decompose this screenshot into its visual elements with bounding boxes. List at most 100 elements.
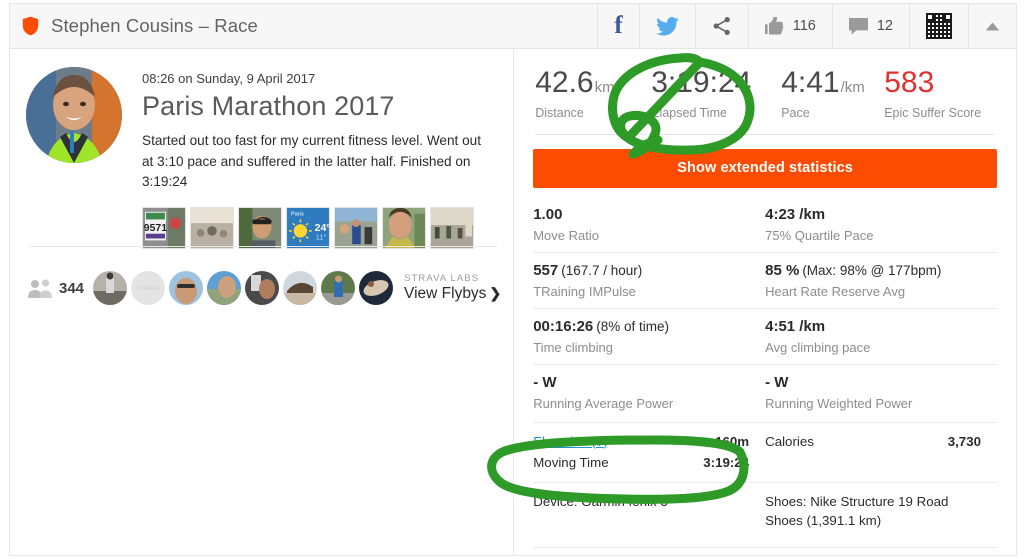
comment-count: 12 [876, 18, 893, 34]
stat-heart-rate-reserve: 85 % (Max: 98% @ 177bpm) Heart Rate Reser… [765, 262, 997, 299]
stat-number-running-average-power: - W [533, 373, 557, 391]
flyby-avatar-1-image [93, 271, 128, 305]
athlete-avatar[interactable] [26, 67, 122, 163]
moving-time-value: 3:19:24 [703, 454, 750, 470]
photo-weather-widget[interactable]: Paris 24° 11° [286, 207, 330, 250]
stat-sub-heart-rate-reserve: (Max: 98% @ 177bpm) [802, 262, 942, 278]
flyby-avatar-5[interactable] [245, 271, 280, 305]
qr-code-button[interactable] [909, 4, 968, 48]
svg-text:9571: 9571 [144, 223, 167, 234]
summary-value-distance: 42.6km [535, 67, 651, 99]
gear-device: Device: Garmin fēnix 3 [533, 492, 765, 532]
stat-row: - W Running Average Power - W Running We… [533, 363, 997, 420]
flyby-avatar-8[interactable] [359, 271, 394, 305]
activity-meta: 08:26 on Sunday, 9 April 2017 Paris Mara… [142, 67, 497, 193]
stat-row: 00:16:26 (8% of time) Time climbing 4:51 … [533, 307, 997, 364]
photo-medal-selfie[interactable] [382, 207, 426, 250]
summary-stat-pace: 4:41/km Pace [781, 67, 884, 120]
flyby-avatar-6[interactable] [283, 271, 318, 305]
detail-row-elevation: Elevation (?) 160m [533, 431, 749, 452]
summary-label-suffer-score: Epic Suffer Score [884, 105, 982, 120]
activity-details-left: Elevation (?) 160m Moving Time 3:19:24 [533, 431, 765, 473]
activity-summary-stats: 42.6km Distance 3:19:24 Elapsed Time 4:4… [533, 65, 997, 120]
activity-details-right: Calories 3,730 [765, 431, 997, 473]
people-icon [28, 279, 52, 298]
share-button[interactable] [694, 4, 748, 48]
flyby-avatar-1[interactable] [93, 271, 128, 305]
shield-icon [22, 16, 39, 36]
summary-stat-distance: 42.6km Distance [535, 67, 651, 120]
flybys-kicker: STRAVA LABS [404, 272, 480, 284]
stat-value-avg-climbing-pace: 4:51 /km [765, 318, 989, 335]
summary-label-pace: Pace [781, 105, 810, 120]
elevation-link[interactable]: Elevation (?) [533, 434, 608, 449]
stat-number-training-impulse: 557 [533, 261, 559, 279]
stat-row: 1.00 Move Ratio 4:23 /km 75% Quartile Pa… [533, 202, 997, 252]
activity-details-block: Elevation (?) 160m Moving Time 3:19:24 C… [533, 421, 997, 532]
photo-selfie-cap[interactable] [238, 207, 282, 250]
summary-divider [535, 133, 995, 135]
twitter-share-button[interactable] [638, 4, 695, 48]
flyby-avatar-2[interactable]: STRAVA [131, 271, 166, 305]
flyby-avatar-7-image [321, 271, 356, 305]
calories-label: Calories [765, 433, 814, 449]
comments-button[interactable]: 12 [831, 4, 909, 48]
photo-finish-line[interactable] [430, 207, 474, 250]
stat-number-move-ratio: 1.00 [533, 205, 563, 223]
view-flybys-link[interactable]: STRAVA LABS View Flybys ❯ [404, 273, 501, 304]
calories-value: 3,730 [947, 433, 981, 449]
summary-value-suffer-score: 583 [884, 67, 981, 99]
stat-avg-climbing-pace: 4:51 /km Avg climbing pace [765, 318, 997, 355]
chevron-up-icon [985, 22, 1000, 30]
svg-text:Paris: Paris [291, 212, 304, 218]
shoes-text: Shoes: Nike Structure 19 Road Shoes (1,3… [765, 493, 949, 529]
flyby-avatar-3[interactable] [169, 271, 204, 305]
stat-label-move-ratio: Move Ratio [533, 227, 599, 243]
stat-value-time-climbing: 00:16:26 (8% of time) [533, 318, 757, 335]
summary-value-pace: 4:41/km [781, 67, 884, 99]
flyby-avatar-8-image [359, 271, 394, 305]
facebook-share-button[interactable]: f [597, 4, 638, 48]
activity-title[interactable]: Paris Marathon 2017 [142, 91, 497, 122]
flybys-row: 344 STRAVA STRAVA LABS View Flybys ❯ [28, 271, 503, 305]
share-icon [713, 17, 730, 35]
detail-row-calories: Calories 3,730 [765, 431, 981, 452]
photo-runners[interactable] [334, 207, 378, 250]
activity-header-block: 08:26 on Sunday, 9 April 2017 Paris Mara… [26, 67, 497, 193]
photo-street-crowd[interactable] [190, 207, 234, 250]
flyby-avatar-7[interactable] [321, 271, 356, 305]
flyby-avatar-4[interactable] [207, 271, 242, 305]
summary-stat-suffer-score: 583 Epic Suffer Score [884, 67, 981, 120]
stat-value-heart-rate-reserve: 85 % (Max: 98% @ 177bpm) [765, 262, 989, 279]
flyby-avatar-5-image [245, 271, 280, 305]
summary-number-suffer-score: 583 [884, 66, 935, 99]
summary-number-distance: 42.6 [535, 66, 594, 99]
photo-finish-line-image [431, 208, 473, 249]
extended-stats-grid: 1.00 Move Ratio 4:23 /km 75% Quartile Pa… [533, 202, 997, 420]
stat-quartile-pace: 4:23 /km 75% Quartile Pace [765, 206, 997, 243]
stat-running-average-power: - W Running Average Power [533, 374, 765, 411]
stat-value-running-weighted-power: - W [765, 374, 989, 391]
stat-label-time-climbing: Time climbing [533, 339, 613, 355]
stat-label-quartile-pace: 75% Quartile Pace [765, 227, 874, 243]
photo-race-bib[interactable]: 9571 [142, 207, 186, 250]
summary-value-elapsed-time: 3:19:24 [651, 67, 781, 99]
stat-value-quartile-pace: 4:23 /km [765, 206, 989, 223]
photo-medal-selfie-image [383, 208, 425, 249]
collapse-button[interactable] [968, 4, 1016, 48]
photo-selfie-cap-image [239, 208, 281, 249]
stat-training-impulse: 557 (167.7 / hour) TRaining IMPulse [533, 262, 765, 299]
stat-row: 557 (167.7 / hour) TRaining IMPulse 85 %(… [533, 251, 997, 308]
activity-description: Started out too fast for my current fitn… [142, 133, 481, 190]
stat-number-running-weighted-power: - W [765, 373, 789, 391]
page-title: Stephen Cousins – Race [51, 15, 258, 36]
kudos-button[interactable]: 116 [747, 4, 832, 48]
header-left-group: Stephen Cousins – Race [10, 4, 597, 48]
chevron-right-icon: ❯ [489, 285, 502, 301]
flybys-label: View Flybys ❯ [404, 284, 501, 303]
summary-number-pace: 4:41 [781, 66, 840, 99]
stat-label-running-average-power: Running Average Power [533, 395, 674, 411]
stat-number-time-climbing: 00:16:26 [533, 317, 594, 335]
gear-shoes: Shoes: Nike Structure 19 Road Shoes (1,3… [765, 492, 997, 532]
show-extended-statistics-button[interactable]: Show extended statistics [533, 148, 997, 188]
